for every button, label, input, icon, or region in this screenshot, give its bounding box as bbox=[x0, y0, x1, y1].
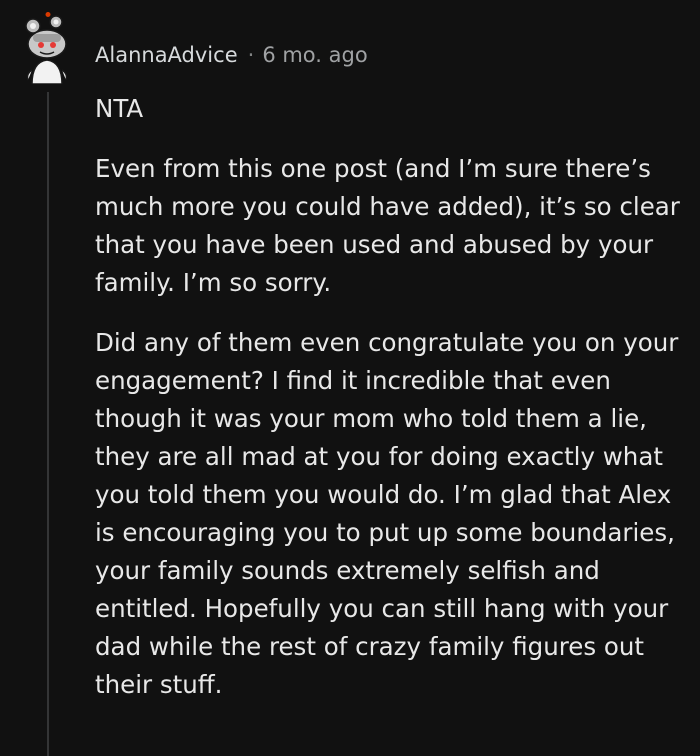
thread-line[interactable] bbox=[47, 92, 49, 756]
comment-body: NTA Even from this one post (and I’m sur… bbox=[95, 90, 680, 726]
comment-paragraph: Even from this one post (and I’m sure th… bbox=[95, 154, 680, 297]
comment-timestamp[interactable]: 6 mo. ago bbox=[262, 43, 367, 67]
comment-paragraph: NTA bbox=[95, 94, 144, 123]
snoo-avatar-icon bbox=[25, 12, 68, 85]
comment-header: AlannaAdvice · 6 mo. ago bbox=[95, 40, 368, 70]
meta-separator: · bbox=[247, 43, 255, 67]
user-avatar[interactable] bbox=[20, 12, 78, 85]
comment-paragraph: Did any of them even congratulate you on… bbox=[95, 328, 679, 699]
username-link[interactable]: AlannaAdvice bbox=[95, 43, 238, 67]
